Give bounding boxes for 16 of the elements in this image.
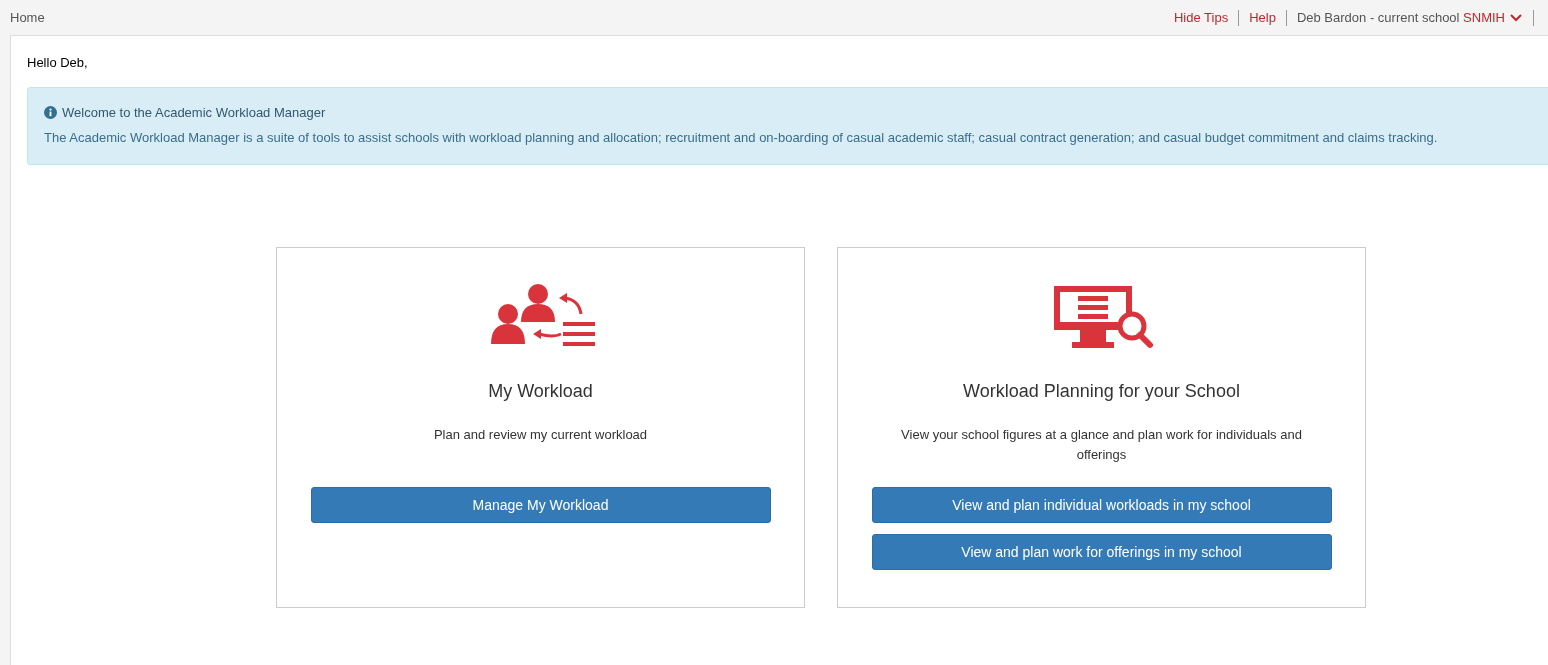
chevron-down-icon	[1509, 12, 1523, 23]
user-menu[interactable]: Deb Bardon - current school SNMIH	[1296, 7, 1523, 28]
action-button[interactable]: View and plan work for offerings in my school	[871, 534, 1332, 570]
info-icon	[44, 105, 57, 119]
greeting: Hello Deb,	[27, 54, 89, 72]
alert-title: Welcome to the Academic Workload Manager	[62, 103, 326, 122]
header-link[interactable]: Help	[1249, 7, 1276, 28]
breadcrumb[interactable]: Home	[10, 7, 45, 28]
card-description: Plan and review my current workload	[432, 426, 649, 444]
card-title: My Workload	[488, 380, 593, 403]
header-link[interactable]: Hide Tips	[1173, 7, 1229, 28]
action-button[interactable]: Manage My Workload	[310, 487, 771, 523]
action-button[interactable]: View and plan individual workloads in my school	[871, 487, 1332, 523]
card-title: Workload Planning for your School	[963, 380, 1240, 403]
card-description: View your school figures at a glance and plan work for individuals and offerings	[900, 426, 1303, 464]
alert-text: The Academic Workload Manager is a suite of tools to assist schools with workload planning and allocation; recruitment and on-boarding of casual academic staff; casual contract generation; and casual budget commitment and claims tracking.	[44, 129, 1439, 147]
